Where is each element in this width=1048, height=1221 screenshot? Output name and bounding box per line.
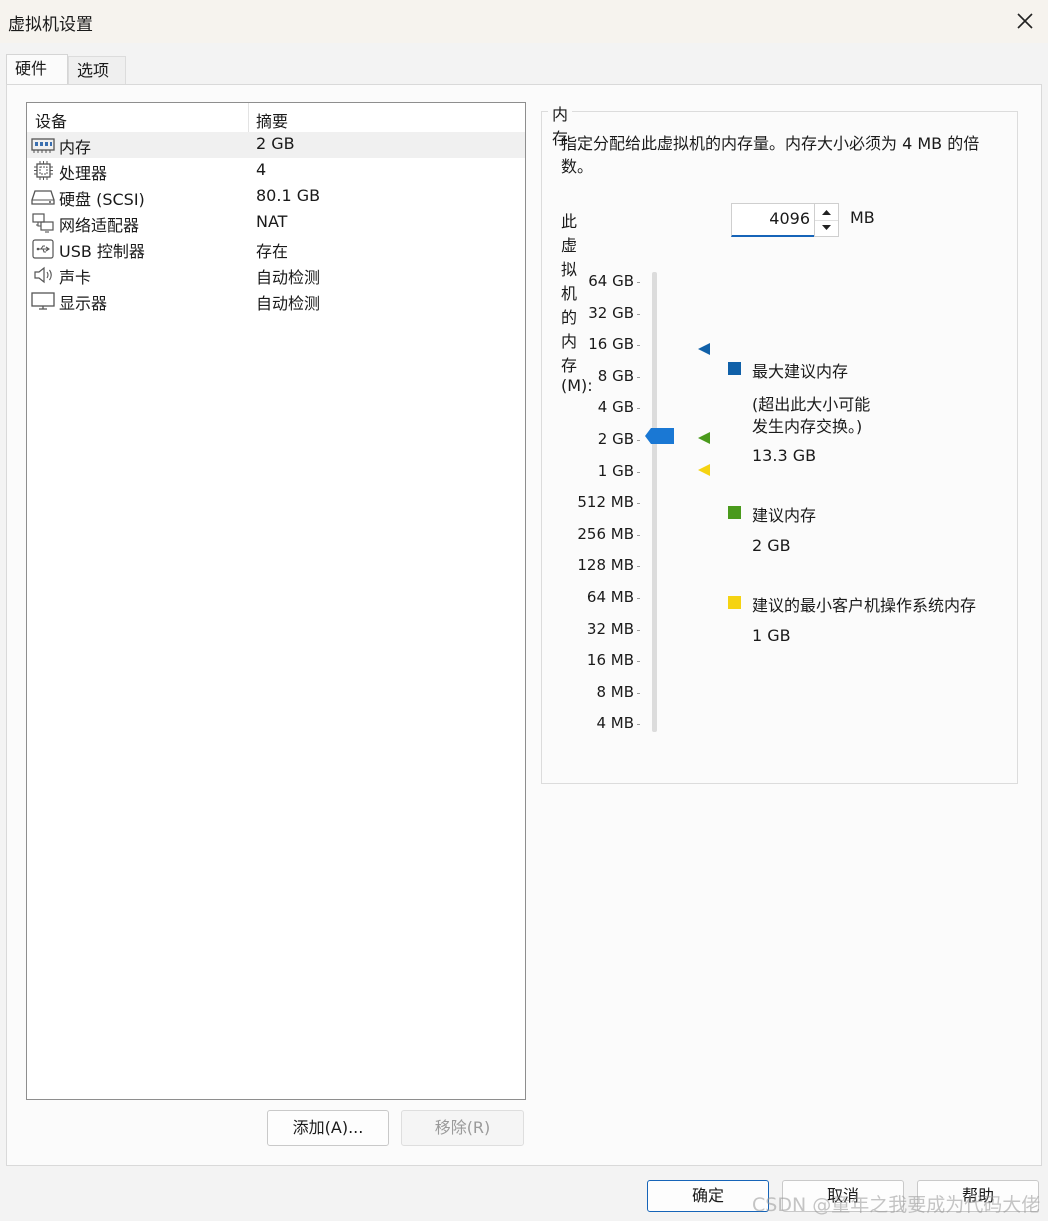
- scale-tick: [637, 534, 640, 536]
- max-recommended-marker-icon: [698, 343, 710, 355]
- scale-tick: [637, 376, 640, 378]
- memory-icon: [31, 138, 55, 153]
- device-name: 网络适配器: [59, 216, 140, 235]
- max-legend-note-1: (超出此大小可能: [752, 395, 871, 414]
- column-header-summary[interactable]: 摘要: [256, 108, 288, 132]
- min-legend-swatch: [728, 596, 741, 609]
- device-list-header: 设备 摘要: [27, 103, 525, 133]
- scale-tick: [637, 598, 640, 599]
- memory-size-input[interactable]: 4096: [731, 203, 815, 237]
- scale-label: 32 GB: [588, 303, 634, 322]
- scale-tick: [637, 345, 640, 347]
- scale-label: 4 MB: [596, 714, 634, 733]
- watermark: CSDN @童年之我要成为代码大佬: [752, 1194, 1041, 1216]
- device-row-processor[interactable]: 处理器 4: [27, 158, 525, 184]
- device-row-memory[interactable]: 内存 2 GB: [27, 132, 525, 158]
- scale-tick: [637, 503, 640, 505]
- memory-unit: MB: [850, 208, 875, 227]
- device-summary: 自动检测: [256, 294, 321, 313]
- device-name: 显示器: [59, 294, 108, 313]
- scale-tick: [637, 724, 640, 726]
- usb-icon: [32, 239, 54, 259]
- device-row-display[interactable]: 显示器 自动检测: [27, 288, 525, 314]
- scale-tick: [637, 566, 640, 568]
- device-summary: 2 GB: [256, 134, 295, 153]
- memory-slider-track[interactable]: [652, 272, 657, 732]
- scale-tick: [637, 661, 640, 663]
- scale-label: 8 GB: [597, 366, 634, 385]
- add-device-button[interactable]: 添加(A)...: [267, 1110, 389, 1146]
- spinner-down-button[interactable]: [815, 220, 838, 236]
- memory-spinner: [814, 203, 839, 237]
- tab-hardware[interactable]: 硬件: [6, 54, 68, 85]
- device-name: 内存: [59, 138, 92, 157]
- device-row-hard-disk[interactable]: 硬盘 (SCSI) 80.1 GB: [27, 184, 525, 210]
- max-legend-note-2: 发生内存交换。): [752, 417, 863, 436]
- device-summary: NAT: [256, 212, 288, 231]
- arrow-up-icon: [822, 210, 831, 215]
- device-list: 设备 摘要 内存 2 GB 处理器 4 硬盘 (SCSI) 80.1 GB 网络…: [26, 102, 526, 1100]
- scale-label: 256 MB: [577, 524, 634, 543]
- device-summary: 存在: [256, 242, 289, 261]
- device-name: 声卡: [59, 268, 92, 287]
- hard-disk-icon: [31, 190, 55, 205]
- scale-tick: [637, 408, 640, 410]
- device-row-usb-controller[interactable]: USB 控制器 存在: [27, 236, 525, 262]
- memory-slider-thumb[interactable]: [645, 428, 675, 444]
- max-legend-label: 最大建议内存: [752, 362, 849, 381]
- column-header-device[interactable]: 设备: [35, 108, 67, 132]
- title-bar: 虚拟机设置: [0, 0, 1048, 43]
- column-separator[interactable]: [248, 103, 249, 132]
- device-name: 硬盘 (SCSI): [59, 190, 145, 209]
- scale-label: 128 MB: [577, 556, 634, 575]
- scale-label: 2 GB: [597, 430, 634, 448]
- memory-description: 指定分配给此虚拟机的内存量。内存大小必须为 4 MB 的倍数。: [561, 134, 980, 176]
- cpu-icon: [34, 161, 53, 180]
- scale-label: 8 MB: [596, 682, 634, 701]
- scale-label: 16 MB: [586, 651, 634, 670]
- scale-tick: [637, 282, 640, 283]
- speaker-icon: [34, 266, 52, 284]
- scale-label: 4 GB: [597, 398, 634, 417]
- min-recommended-marker-icon: [698, 464, 710, 476]
- network-adapter-icon: [32, 213, 54, 233]
- device-name: USB 控制器: [59, 242, 145, 261]
- min-legend-value: 1 GB: [752, 626, 791, 645]
- recommended-legend-label: 建议内存: [752, 506, 817, 525]
- monitor-icon: [31, 292, 55, 310]
- device-summary: 80.1 GB: [256, 186, 321, 205]
- scale-label: 64 MB: [586, 588, 634, 606]
- scale-label: 64 GB: [588, 272, 634, 290]
- scale-tick: [637, 471, 640, 473]
- scale-tick: [637, 629, 640, 631]
- recommended-legend-value: 2 GB: [752, 536, 791, 555]
- scale-label: 16 GB: [588, 335, 634, 354]
- scale-label: 1 GB: [597, 461, 634, 480]
- device-name: 处理器: [59, 164, 108, 183]
- spinner-up-button[interactable]: [815, 204, 838, 221]
- device-summary: 自动检测: [256, 268, 321, 287]
- min-legend-label: 建议的最小客户机操作系统内存: [752, 596, 977, 615]
- max-legend-value: 13.3 GB: [752, 446, 817, 465]
- scale-label: 512 MB: [577, 493, 634, 512]
- ok-button[interactable]: 确定: [647, 1180, 769, 1212]
- device-row-sound-card[interactable]: 声卡 自动检测: [27, 262, 525, 288]
- scale-tick: [637, 313, 640, 315]
- scale-tick: [637, 692, 640, 694]
- arrow-down-icon: [822, 225, 831, 230]
- recommended-marker-icon: [698, 432, 710, 444]
- tab-options[interactable]: 选项: [68, 56, 126, 84]
- scale-label: 32 MB: [586, 619, 634, 638]
- close-icon: [1017, 13, 1033, 29]
- scale-tick: [637, 440, 640, 441]
- remove-device-button[interactable]: 移除(R): [401, 1110, 524, 1146]
- recommended-legend-swatch: [728, 506, 741, 519]
- window-title: 虚拟机设置: [8, 15, 93, 35]
- device-summary: 4: [256, 160, 267, 179]
- device-row-network-adapter[interactable]: 网络适配器 NAT: [27, 210, 525, 236]
- max-legend-swatch: [728, 362, 741, 375]
- close-button[interactable]: [1010, 6, 1040, 36]
